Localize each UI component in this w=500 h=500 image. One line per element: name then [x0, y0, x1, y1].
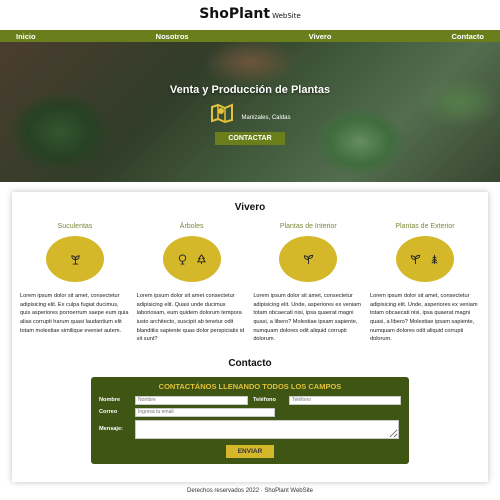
name-field[interactable] — [135, 395, 248, 405]
seedling-icon — [303, 254, 313, 264]
category-circle — [162, 236, 221, 282]
category-interior: Plantas de Interior Lorem ipsum dolor si… — [253, 223, 363, 344]
category-text: Lorem ipsum dolor sit amet, consectetur … — [253, 293, 361, 343]
form-title: CONTACTÁNOS LLENANDO TODOS LOS CAMPOS — [158, 381, 342, 391]
email-label: Correo — [99, 409, 118, 416]
message-field[interactable] — [135, 419, 399, 439]
category-name: Árboles — [179, 223, 204, 230]
nav-inicio[interactable]: Inicio — [16, 32, 36, 41]
message-label: Mensaje: — [99, 426, 123, 433]
footer-text: Derechos reservados 2022 · ShoPlant WebS… — [187, 488, 313, 494]
nav-contacto[interactable]: Contacto — [452, 32, 485, 41]
email-field[interactable] — [135, 407, 275, 417]
category-text: Lorem ipsum dolor sit amet consectetur a… — [136, 293, 245, 343]
category-circle — [46, 236, 104, 282]
category-text: Lorem ipsum dolor sit amet, consectetur … — [20, 293, 129, 334]
category-circle — [279, 236, 338, 282]
contactar-button[interactable]: CONTACTAR — [215, 132, 285, 145]
category-exterior: Plantas de Exterior Lorem ipsum dolor si… — [370, 223, 480, 344]
hero-location: Manizales, Caldas — [0, 102, 500, 126]
seedling-icon — [410, 254, 421, 264]
contact-form: CONTACTÁNOS LLENANDO TODOS LOS CAMPOS No… — [91, 376, 409, 464]
brand-logo[interactable]: ShoPlant WebSite — [199, 6, 301, 22]
tree-icon — [178, 253, 186, 265]
phone-label: Teléfono — [253, 397, 276, 404]
category-name: Plantas de Interior — [279, 223, 337, 230]
category-name: Plantas de Exterior — [395, 223, 455, 230]
hero-location-text: Manizales, Caldas — [241, 115, 291, 121]
contact-title: Contacto — [228, 357, 272, 369]
nav-vivero[interactable]: Vivero — [309, 32, 332, 41]
hero-banner: Venta y Producción de Plantas Manizales,… — [0, 42, 500, 182]
pine-tree-icon — [431, 254, 438, 264]
category-suculentas: Suculentas Lorem ipsum dolor sit amet, c… — [20, 223, 130, 344]
map-icon — [209, 102, 235, 126]
site-header: ShoPlant WebSite — [0, 0, 500, 30]
plant-icon — [70, 254, 80, 265]
hero-title: Venta y Producción de Plantas — [169, 84, 331, 96]
hero-content: Venta y Producción de Plantas Manizales,… — [0, 84, 500, 145]
category-circle — [395, 236, 454, 282]
form-row-name-phone: Nombre Teléfono — [99, 395, 401, 405]
category-list: Suculentas Lorem ipsum dolor sit amet, c… — [12, 223, 488, 344]
nav-nosotros[interactable]: Nosotros — [156, 32, 189, 41]
category-arboles: Árboles Lorem ipsum dolor sit amet conse… — [137, 223, 247, 344]
send-button[interactable]: ENVIAR — [225, 444, 275, 458]
name-label: Nombre — [99, 397, 121, 404]
pine-tree-icon — [196, 253, 206, 264]
phone-field[interactable] — [289, 395, 401, 405]
form-row-message: Mensaje: — [99, 419, 401, 439]
content-card: Vivero Suculentas Lorem ipsum dolor sit … — [12, 192, 488, 482]
vivero-title: Vivero — [234, 202, 266, 213]
main-nav: Inicio Nosotros Vivero Contacto — [0, 30, 500, 42]
category-text: Lorem ipsum dolor sit amet, consectetur … — [369, 293, 478, 343]
form-row-email: Correo — [99, 407, 401, 417]
category-name: Suculentas — [57, 223, 93, 230]
